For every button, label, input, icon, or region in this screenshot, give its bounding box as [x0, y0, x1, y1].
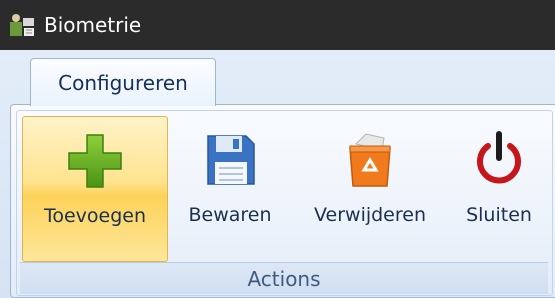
- power-icon: [477, 131, 521, 184]
- save-button[interactable]: Bewaren: [180, 116, 280, 262]
- close-button-label: Sluiten: [466, 204, 532, 226]
- save-icon: [207, 135, 255, 185]
- save-button-label: Bewaren: [188, 204, 272, 226]
- add-button[interactable]: Toevoegen: [22, 116, 168, 262]
- app-icon: [10, 14, 34, 36]
- title-bar: Biometrie: [0, 0, 555, 50]
- recycle-bin-icon: [349, 133, 391, 187]
- add-button-label: Toevoegen: [43, 205, 147, 227]
- window-title: Biometrie: [44, 13, 142, 37]
- group-label-actions: Actions: [20, 262, 548, 294]
- add-icon: [68, 134, 122, 188]
- tab-configureren[interactable]: Configureren: [30, 58, 216, 106]
- close-button[interactable]: Sluiten: [455, 116, 543, 262]
- delete-button[interactable]: Verwijderen: [300, 116, 440, 262]
- delete-button-label: Verwijderen: [314, 204, 426, 226]
